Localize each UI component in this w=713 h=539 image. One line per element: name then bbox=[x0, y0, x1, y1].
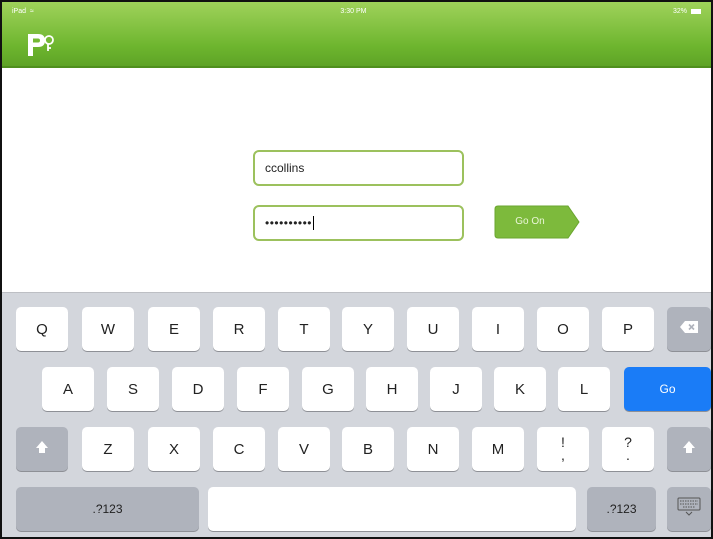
key-a[interactable]: A bbox=[42, 367, 94, 411]
carrier-label: iPad bbox=[12, 7, 27, 15]
username-field[interactable]: ccollins bbox=[253, 150, 464, 186]
key-s[interactable]: S bbox=[107, 367, 159, 411]
key-label: J bbox=[452, 380, 460, 398]
key-label: X bbox=[168, 440, 179, 458]
key-t[interactable]: T bbox=[278, 307, 330, 351]
key-label: L bbox=[579, 380, 589, 398]
key-y[interactable]: Y bbox=[342, 307, 394, 351]
key-d[interactable]: D bbox=[172, 367, 224, 411]
shift-icon bbox=[35, 440, 49, 458]
numbers-key-left[interactable]: .?123 bbox=[16, 487, 199, 531]
key-label: Q bbox=[36, 320, 48, 338]
key-label: H bbox=[386, 380, 398, 398]
space-bar[interactable] bbox=[208, 487, 576, 531]
key-label: W bbox=[100, 320, 116, 338]
key-label: M bbox=[491, 440, 505, 458]
key-label: I bbox=[495, 320, 501, 338]
key-label: A bbox=[62, 380, 73, 398]
numbers-key-label: .?123 bbox=[92, 502, 123, 516]
key-bottom-label: . bbox=[626, 447, 630, 463]
go-key-label: Go bbox=[659, 382, 676, 396]
key-b[interactable]: B bbox=[342, 427, 394, 471]
ipad-screen: iPad ≈ 3:30 PM 32% ccollins •••••••••• G… bbox=[0, 0, 713, 539]
key-exclaim-comma[interactable]: !, bbox=[537, 427, 589, 471]
key-u[interactable]: U bbox=[407, 307, 459, 351]
go-on-button[interactable]: Go On bbox=[494, 205, 580, 239]
key-label: N bbox=[427, 440, 439, 458]
battery-icon bbox=[690, 8, 701, 14]
shift-key-right[interactable] bbox=[667, 427, 711, 471]
key-label: U bbox=[427, 320, 439, 338]
password-field[interactable]: •••••••••• bbox=[253, 205, 464, 241]
key-w[interactable]: W bbox=[82, 307, 134, 351]
key-z[interactable]: Z bbox=[82, 427, 134, 471]
key-i[interactable]: I bbox=[472, 307, 524, 351]
key-label: V bbox=[298, 440, 309, 458]
key-label: E bbox=[168, 320, 179, 338]
numbers-key-label: .?123 bbox=[606, 502, 637, 516]
key-label: D bbox=[192, 380, 204, 398]
status-time: 3:30 PM bbox=[340, 7, 367, 15]
key-h[interactable]: H bbox=[366, 367, 418, 411]
hide-keyboard-key[interactable] bbox=[667, 487, 711, 531]
key-j[interactable]: J bbox=[430, 367, 482, 411]
keyboard-hide-icon bbox=[677, 497, 701, 521]
backspace-key[interactable] bbox=[667, 307, 711, 351]
key-question-period[interactable]: ?. bbox=[602, 427, 654, 471]
login-area: ccollins •••••••••• Go On bbox=[2, 70, 711, 300]
key-label: G bbox=[322, 380, 334, 398]
key-label: P bbox=[622, 320, 633, 338]
app-logo bbox=[26, 32, 56, 58]
text-cursor bbox=[313, 216, 315, 230]
key-o[interactable]: O bbox=[537, 307, 589, 351]
go-key[interactable]: Go bbox=[624, 367, 711, 411]
key-label: B bbox=[362, 440, 373, 458]
key-e[interactable]: E bbox=[148, 307, 200, 351]
go-on-label: Go On bbox=[515, 216, 545, 227]
key-x[interactable]: X bbox=[148, 427, 200, 471]
key-c[interactable]: C bbox=[213, 427, 265, 471]
key-label: O bbox=[557, 320, 569, 338]
key-r[interactable]: R bbox=[213, 307, 265, 351]
key-k[interactable]: K bbox=[494, 367, 546, 411]
app-header: iPad ≈ 3:30 PM 32% bbox=[2, 2, 711, 68]
wifi-icon: ≈ bbox=[30, 7, 34, 15]
backspace-icon bbox=[679, 320, 699, 338]
password-value: •••••••••• bbox=[265, 216, 313, 230]
key-label: R bbox=[233, 320, 245, 338]
key-label: K bbox=[514, 380, 525, 398]
key-label: F bbox=[258, 380, 268, 398]
key-q[interactable]: Q bbox=[16, 307, 68, 351]
status-bar: iPad ≈ 3:30 PM 32% bbox=[2, 2, 711, 20]
key-v[interactable]: V bbox=[278, 427, 330, 471]
shift-icon bbox=[682, 440, 696, 458]
key-l[interactable]: L bbox=[558, 367, 610, 411]
key-bottom-label: , bbox=[561, 447, 565, 463]
onscreen-keyboard: Q W E R T Y U I O P A S D F G H J K L Go… bbox=[2, 292, 711, 537]
key-label: T bbox=[299, 320, 309, 338]
key-label: Z bbox=[103, 440, 113, 458]
key-label: Y bbox=[362, 320, 373, 338]
key-label: S bbox=[127, 380, 138, 398]
key-m[interactable]: M bbox=[472, 427, 524, 471]
key-f[interactable]: F bbox=[237, 367, 289, 411]
key-n[interactable]: N bbox=[407, 427, 459, 471]
battery-percent: 32% bbox=[672, 7, 687, 15]
username-value: ccollins bbox=[265, 161, 305, 175]
key-g[interactable]: G bbox=[302, 367, 354, 411]
key-label: C bbox=[233, 440, 245, 458]
key-p[interactable]: P bbox=[602, 307, 654, 351]
numbers-key-right[interactable]: .?123 bbox=[587, 487, 656, 531]
shift-key-left[interactable] bbox=[16, 427, 68, 471]
